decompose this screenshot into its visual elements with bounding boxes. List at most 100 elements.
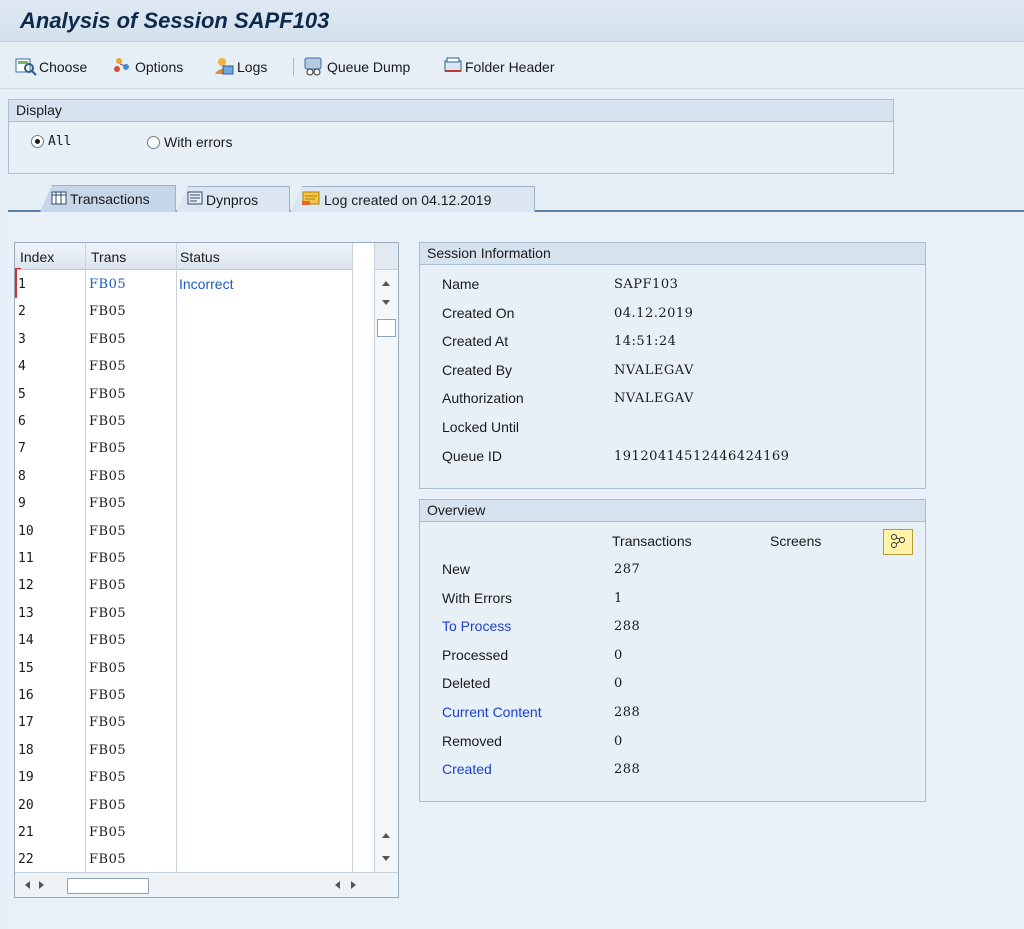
choose-button[interactable]: Choose	[15, 56, 87, 78]
radio-all[interactable]: All	[31, 134, 71, 149]
cell-index[interactable]: 22	[18, 852, 34, 867]
cell-index[interactable]: 17	[18, 715, 34, 730]
folder-header-label: Folder Header	[465, 59, 555, 75]
radio-with-errors[interactable]: With errors	[147, 134, 232, 150]
cell-index[interactable]: 19	[18, 770, 34, 785]
table-row[interactable]: 21 FB05	[15, 819, 353, 846]
scroll-right-icon[interactable]	[39, 881, 44, 889]
table-row[interactable]: 6 FB05	[15, 408, 353, 435]
cell-trans[interactable]: FB05	[89, 469, 126, 484]
scroll-page-up-icon[interactable]	[382, 833, 390, 838]
cell-index[interactable]: 12	[18, 578, 34, 593]
table-row[interactable]: 14 FB05	[15, 627, 353, 654]
folder-header-button[interactable]: Folder Header	[443, 56, 555, 78]
table-row[interactable]: 19 FB05	[15, 764, 353, 791]
vertical-scrollbar[interactable]	[374, 243, 398, 872]
table-row[interactable]: 5 FB05	[15, 381, 353, 408]
cell-index[interactable]: 21	[18, 825, 34, 840]
tab-log[interactable]: Log created on 04.12.2019	[290, 186, 535, 212]
cell-trans[interactable]: FB05	[89, 661, 126, 676]
cell-trans[interactable]: FB05	[89, 414, 126, 429]
cell-trans[interactable]: FB05	[89, 798, 126, 813]
cell-trans[interactable]: FB05	[89, 606, 126, 621]
scroll-page-down-icon[interactable]	[382, 856, 390, 861]
cell-index[interactable]: 13	[18, 606, 34, 621]
scroll-thumb[interactable]	[377, 319, 396, 337]
scroll-left-icon[interactable]	[25, 881, 30, 889]
table-row[interactable]: 7 FB05	[15, 435, 353, 462]
cell-status[interactable]: Incorrect	[179, 276, 233, 292]
overview-row-label[interactable]: Created	[442, 761, 492, 777]
cell-trans[interactable]: FB05	[89, 496, 126, 511]
radio-with-errors-indicator[interactable]	[147, 135, 160, 149]
table-row[interactable]: 15 FB05	[15, 655, 353, 682]
cell-trans[interactable]: FB05	[89, 304, 126, 319]
cell-index[interactable]: 6	[18, 414, 26, 429]
scroll-up-icon[interactable]	[382, 281, 390, 286]
cell-index[interactable]: 18	[18, 743, 34, 758]
table-row[interactable]: 20 FB05	[15, 792, 353, 819]
cell-index[interactable]: 4	[18, 359, 26, 374]
cell-trans[interactable]: FB05	[89, 387, 126, 402]
table-row[interactable]: 9 FB05	[15, 490, 353, 517]
cell-index[interactable]: 15	[18, 661, 34, 676]
table-row[interactable]: 3 FB05	[15, 326, 353, 353]
cell-index[interactable]: 14	[18, 633, 34, 648]
table-row[interactable]: 17 FB05	[15, 709, 353, 736]
table-row[interactable]: 8 FB05	[15, 463, 353, 490]
cell-index[interactable]: 7	[18, 441, 26, 456]
cell-index[interactable]: 11	[18, 551, 34, 566]
table-row[interactable]: 1 FB05 Incorrect	[15, 271, 353, 298]
queue-dump-button[interactable]: Queue Dump	[303, 56, 410, 78]
cell-index[interactable]: 2	[18, 304, 26, 319]
radio-all-indicator[interactable]	[31, 135, 44, 148]
table-row[interactable]: 2 FB05	[15, 298, 353, 325]
cell-trans[interactable]: FB05	[89, 332, 126, 347]
cell-trans[interactable]: FB05	[89, 551, 126, 566]
table-row[interactable]: 11 FB05	[15, 545, 353, 572]
logs-button[interactable]: Logs	[213, 56, 267, 78]
options-button[interactable]: Options	[113, 56, 183, 78]
cell-trans[interactable]: FB05	[89, 743, 126, 758]
cell-trans[interactable]: FB05	[89, 825, 126, 840]
cell-index[interactable]: 8	[18, 469, 26, 484]
cell-index[interactable]: 10	[18, 524, 34, 539]
cell-index[interactable]: 3	[18, 332, 26, 347]
overview-row-label[interactable]: To Process	[442, 618, 511, 634]
overview-row-label[interactable]: Current Content	[442, 704, 542, 720]
table-row[interactable]: 18 FB05	[15, 737, 353, 764]
cell-index[interactable]: 16	[18, 688, 34, 703]
scroll-left-icon[interactable]	[335, 881, 340, 889]
cell-index[interactable]: 20	[18, 798, 34, 813]
table-row[interactable]: 13 FB05	[15, 600, 353, 627]
toolbar: Choose Options Logs Queue Dump Folder He…	[0, 43, 1024, 89]
table-row[interactable]: 4 FB05	[15, 353, 353, 380]
cell-trans[interactable]: FB05	[89, 688, 126, 703]
cell-trans[interactable]: FB05	[89, 852, 126, 867]
table-row[interactable]: 12 FB05	[15, 572, 353, 599]
cell-trans[interactable]: FB05	[89, 441, 126, 456]
cell-trans[interactable]: FB05	[89, 633, 126, 648]
horizontal-scrollbar[interactable]	[15, 872, 398, 897]
cell-index[interactable]: 1	[18, 277, 26, 292]
column-header-trans[interactable]: Trans	[91, 249, 126, 265]
scroll-right-icon[interactable]	[351, 881, 356, 889]
screens-toggle-button[interactable]	[883, 529, 913, 555]
tab-dynpros[interactable]: Dynpros	[176, 186, 290, 212]
cell-trans[interactable]: FB05	[89, 715, 126, 730]
table-row[interactable]: 22 FB05	[15, 846, 353, 873]
cell-index[interactable]: 9	[18, 496, 26, 511]
cell-index[interactable]: 5	[18, 387, 26, 402]
cell-trans[interactable]: FB05	[89, 770, 126, 785]
cell-trans[interactable]: FB05	[89, 524, 126, 539]
cell-trans[interactable]: FB05	[89, 578, 126, 593]
horizontal-scroll-thumb[interactable]	[67, 878, 149, 894]
cell-trans[interactable]: FB05	[89, 359, 126, 374]
cell-trans[interactable]: FB05	[89, 277, 126, 292]
table-row[interactable]: 10 FB05	[15, 518, 353, 545]
tab-transactions[interactable]: Transactions	[40, 185, 176, 212]
table-row[interactable]: 16 FB05	[15, 682, 353, 709]
column-header-status[interactable]: Status	[180, 249, 220, 265]
scroll-down-icon[interactable]	[382, 300, 390, 305]
column-header-index[interactable]: Index	[20, 249, 54, 265]
